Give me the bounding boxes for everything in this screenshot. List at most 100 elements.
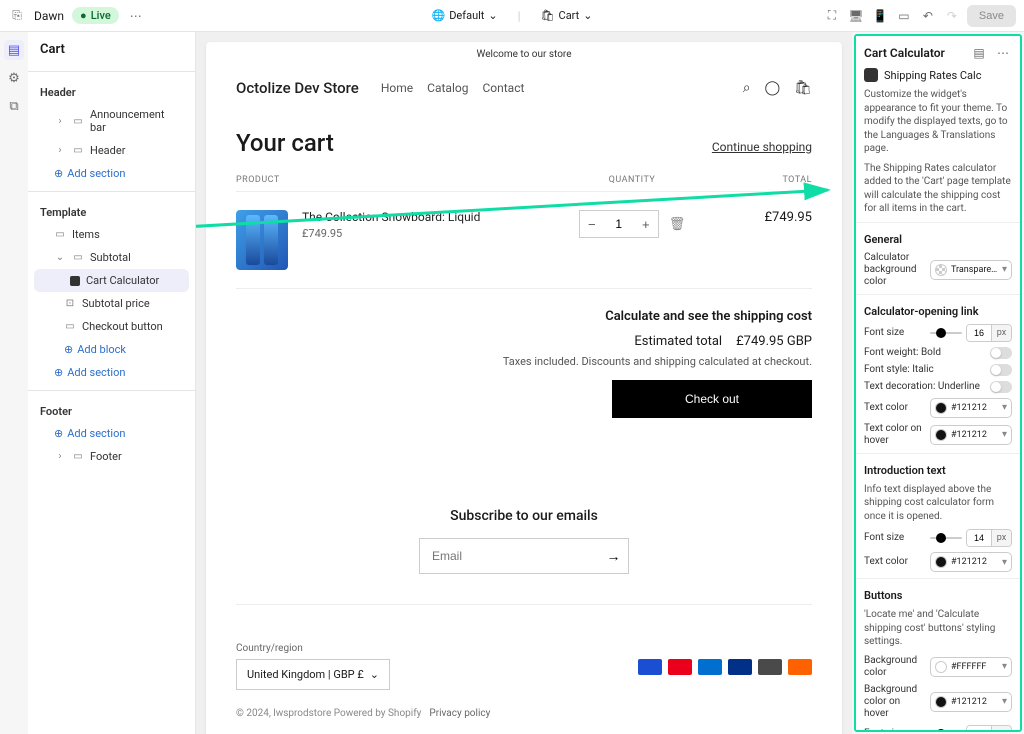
font-weight-label: Font weight: Bold	[864, 347, 984, 359]
cart-title: Your cart	[236, 129, 334, 157]
undo-icon[interactable]: ↶	[919, 7, 937, 25]
font-size-slider[interactable]	[930, 332, 962, 334]
price-icon: ⊡	[64, 298, 76, 310]
exit-icon[interactable]: ⎘	[8, 7, 26, 25]
underline-toggle[interactable]	[990, 381, 1012, 393]
email-field[interactable]	[420, 539, 599, 573]
nav: Home Catalog Contact	[381, 81, 525, 95]
qty-plus[interactable]: +	[634, 217, 658, 232]
chevron-down-icon: ⌄	[583, 9, 592, 22]
nav-contact[interactable]: Contact	[482, 81, 524, 95]
font-size-input[interactable]	[967, 325, 991, 341]
add-section-link-2[interactable]: ⊕ Add section	[28, 361, 195, 384]
discover-icon	[788, 659, 812, 675]
tree-subtotal-price[interactable]: ⊡Subtotal price	[28, 292, 195, 315]
dropdown-icon: ▾	[1002, 264, 1007, 275]
color-swatch	[935, 661, 947, 673]
continue-shopping-link[interactable]: Continue shopping	[712, 140, 812, 154]
copyright: © 2024, lwsprodstore Powered by Shopify	[236, 708, 421, 719]
btn-bg-hover-label: Background color on hover	[864, 684, 924, 720]
btn-fs-input[interactable]	[967, 726, 991, 733]
btn-fs-label: Font size	[864, 728, 924, 733]
region-label: Country/region	[236, 643, 390, 654]
chevron-right-icon: ›	[54, 145, 66, 157]
tree-announcement[interactable]: ›▭Announcement bar	[28, 103, 195, 139]
dropdown-icon: ▾	[1002, 429, 1007, 440]
quantity-stepper[interactable]: − +	[579, 210, 659, 238]
tree-subtotal[interactable]: ⌄▭Subtotal	[28, 246, 195, 269]
rp-more-icon[interactable]: ⋯	[994, 44, 1012, 62]
chevron-down-icon: ⌄	[370, 668, 379, 681]
apps-icon[interactable]: ⧉	[4, 96, 24, 116]
intro-fs-input[interactable]	[967, 530, 991, 546]
checkout-button[interactable]: Check out	[612, 380, 812, 418]
paypal-icon	[728, 659, 752, 675]
product-thumbnail[interactable]	[236, 210, 288, 270]
tree-header[interactable]: ›▭Header	[28, 139, 195, 162]
fullwidth-icon[interactable]: ▭	[895, 7, 913, 25]
globe-dropdown[interactable]: 🌐 Default ⌄	[424, 5, 506, 26]
tree-items[interactable]: ▭Items	[28, 223, 195, 246]
settings-icon[interactable]: ⚙	[4, 68, 24, 88]
app-icon	[864, 68, 878, 82]
mobile-icon[interactable]: 📱	[871, 7, 889, 25]
visa-icon	[638, 659, 662, 675]
text-color-picker[interactable]: #121212▾	[930, 398, 1012, 418]
nav-home[interactable]: Home	[381, 81, 413, 95]
bg-color-picker[interactable]: Transparent▾	[930, 260, 1012, 280]
footer-icon: ▭	[72, 451, 84, 463]
cart-icon[interactable]: 🛍	[794, 80, 812, 96]
calc-title[interactable]: Calculate and see the shipping cost	[236, 309, 812, 324]
btn-bg-picker[interactable]: #FFFFFF▾	[930, 657, 1012, 677]
main: ▤ ⚙ ⧉ Cart Header ›▭Announcement bar ›▭H…	[0, 32, 1024, 734]
remove-item-icon[interactable]: 🗑	[669, 217, 686, 232]
inspector-icon[interactable]: ⛶	[823, 7, 841, 25]
subtotal-icon: ▭	[72, 252, 84, 264]
tree-checkout-button[interactable]: ▭Checkout button	[28, 315, 195, 338]
region-select[interactable]: United Kingdom | GBP £⌄	[236, 659, 390, 690]
more-icon[interactable]: ⋯	[127, 7, 145, 25]
mastercard-icon	[668, 659, 692, 675]
bg-color-label: Calculator background color	[864, 252, 924, 288]
intro-fs-label: Font size	[864, 532, 924, 544]
privacy-link[interactable]: Privacy policy	[429, 708, 490, 719]
redo-icon[interactable]: ↷	[943, 7, 961, 25]
dropdown-icon: ▾	[1002, 661, 1007, 672]
sections-icon[interactable]: ▤	[4, 40, 24, 60]
rp-menu-icon[interactable]: ▤	[970, 44, 988, 62]
hover-color-label: Text color on hover	[864, 423, 924, 447]
save-button[interactable]: Save	[967, 5, 1016, 27]
page-dropdown[interactable]: 🛍 Cart ⌄	[533, 5, 601, 26]
desktop-icon[interactable]: 🖥	[847, 7, 865, 25]
add-section-link[interactable]: ⊕ Add section	[28, 162, 195, 185]
btn-bg-label: Background color	[864, 655, 924, 679]
add-block-link[interactable]: ⊕ Add block	[28, 338, 195, 361]
intro-fs-slider[interactable]	[930, 537, 962, 539]
qty-minus[interactable]: −	[580, 217, 604, 232]
chevron-down-icon: ⌄	[488, 9, 497, 22]
store-header: Octolize Dev Store Home Catalog Contact …	[206, 67, 842, 109]
intro-color-picker[interactable]: #121212▾	[930, 552, 1012, 572]
hover-color-picker[interactable]: #121212▾	[930, 425, 1012, 445]
col-total: TOTAL	[712, 175, 812, 185]
account-icon[interactable]: ◯	[765, 80, 781, 96]
btn-bg-hover-picker[interactable]: #121212▾	[930, 692, 1012, 712]
add-section-link-3[interactable]: ⊕ Add section	[28, 422, 195, 445]
amex-icon	[698, 659, 722, 675]
cart-row: The Collection Snowboard: Liquid £749.95…	[236, 192, 812, 289]
product-name[interactable]: The Collection Snowboard: Liquid	[302, 210, 552, 224]
search-icon[interactable]: ⌕	[743, 80, 751, 96]
store-name: Octolize Dev Store	[236, 79, 359, 97]
section-general: General	[864, 233, 1012, 246]
tree-cart-calculator[interactable]: Cart Calculator	[34, 269, 189, 292]
rp-app-link[interactable]: Shipping Rates Calc	[864, 68, 1012, 82]
section-buttons: Buttons	[864, 589, 1012, 602]
section-footer: Footer	[28, 397, 195, 422]
tree-footer[interactable]: ›▭Footer	[28, 445, 195, 468]
qty-input[interactable]	[604, 217, 634, 231]
section-template: Template	[28, 198, 195, 223]
italic-toggle[interactable]	[990, 364, 1012, 376]
nav-catalog[interactable]: Catalog	[427, 81, 468, 95]
subscribe-submit[interactable]: →	[599, 539, 628, 573]
bold-toggle[interactable]	[990, 347, 1012, 359]
